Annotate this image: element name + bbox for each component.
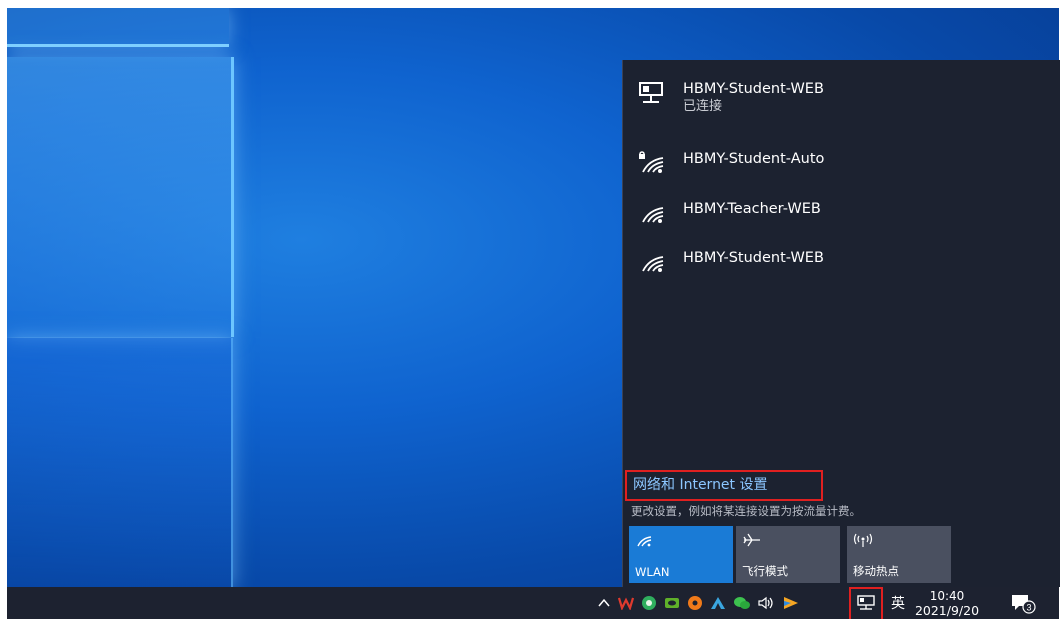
network-flyout: HBMY-Student-WEB 已连接 HBMY-Student-Auto H… (622, 60, 1060, 587)
video-app-icon (784, 597, 798, 609)
network-settings-link[interactable]: 网络和 Internet 设置 (625, 470, 823, 501)
chevron-up-icon (598, 598, 610, 607)
wifi-icon (637, 536, 652, 547)
tile-label: WLAN (635, 565, 670, 579)
network-name: HBMY-Teacher-WEB (683, 201, 821, 217)
wallpaper-window-pane (7, 57, 234, 337)
app-icon (711, 597, 725, 609)
browser-icon (642, 596, 656, 610)
network-item[interactable]: HBMY-Teacher-WEB (637, 200, 821, 226)
tile-label: 移动热点 (853, 564, 899, 578)
input-method-indicator[interactable]: 英 (887, 587, 909, 619)
wifi-secured-icon (639, 151, 664, 173)
airplane-icon (743, 533, 760, 547)
ethernet-icon (639, 82, 663, 103)
nvidia-icon (665, 598, 679, 608)
volume-button[interactable] (755, 587, 777, 619)
tray-app-triangle[interactable] (708, 587, 728, 619)
taskbar: 英 10:40 2021/9/20 3 (7, 587, 1059, 619)
network-name: HBMY-Student-WEB (683, 250, 824, 266)
wps-icon (618, 597, 634, 610)
clock-time: 10:40 (929, 588, 965, 603)
network-name: HBMY-Student-WEB (683, 81, 824, 97)
clock[interactable]: 10:40 2021/9/20 (912, 587, 982, 619)
app-icon (688, 596, 702, 610)
wifi-icon (642, 256, 664, 272)
tray-app-wps[interactable] (616, 587, 636, 619)
notification-icon: 3 (1012, 595, 1036, 614)
network-item-connected[interactable]: HBMY-Student-WEB 已连接 (637, 80, 824, 115)
wechat-icon (734, 597, 750, 609)
tile-label: 飞行模式 (742, 564, 788, 578)
tray-network-highlight (849, 587, 883, 619)
network-settings-description: 更改设置，例如将某连接设置为按流量计费。 (631, 504, 861, 518)
wallpaper-window-pane (7, 8, 229, 47)
network-item[interactable]: HBMY-Student-WEB (637, 249, 824, 275)
network-item[interactable]: HBMY-Student-Auto (637, 150, 824, 176)
tray-app-browser[interactable] (639, 587, 659, 619)
network-name: HBMY-Student-Auto (683, 151, 825, 167)
wifi-icon (642, 207, 664, 223)
volume-icon (758, 596, 773, 610)
action-center-button[interactable]: 3 (1007, 587, 1039, 619)
network-status: 已连接 (683, 99, 723, 114)
wlan-toggle-tile[interactable]: WLAN (629, 526, 733, 583)
tray-app-nvidia[interactable] (662, 587, 682, 619)
tray-app-wechat[interactable] (731, 587, 753, 619)
hotspot-icon (853, 533, 873, 547)
notification-count: 3 (1026, 603, 1031, 613)
clock-date: 2021/9/20 (914, 602, 980, 618)
mobile-hotspot-tile[interactable]: 移动热点 (847, 526, 951, 583)
show-hidden-icons-button[interactable] (595, 587, 613, 619)
airplane-mode-tile[interactable]: 飞行模式 (736, 526, 840, 583)
tray-app-orange[interactable] (685, 587, 705, 619)
tray-app-video[interactable] (780, 587, 802, 619)
wallpaper-window-pane (7, 338, 233, 587)
